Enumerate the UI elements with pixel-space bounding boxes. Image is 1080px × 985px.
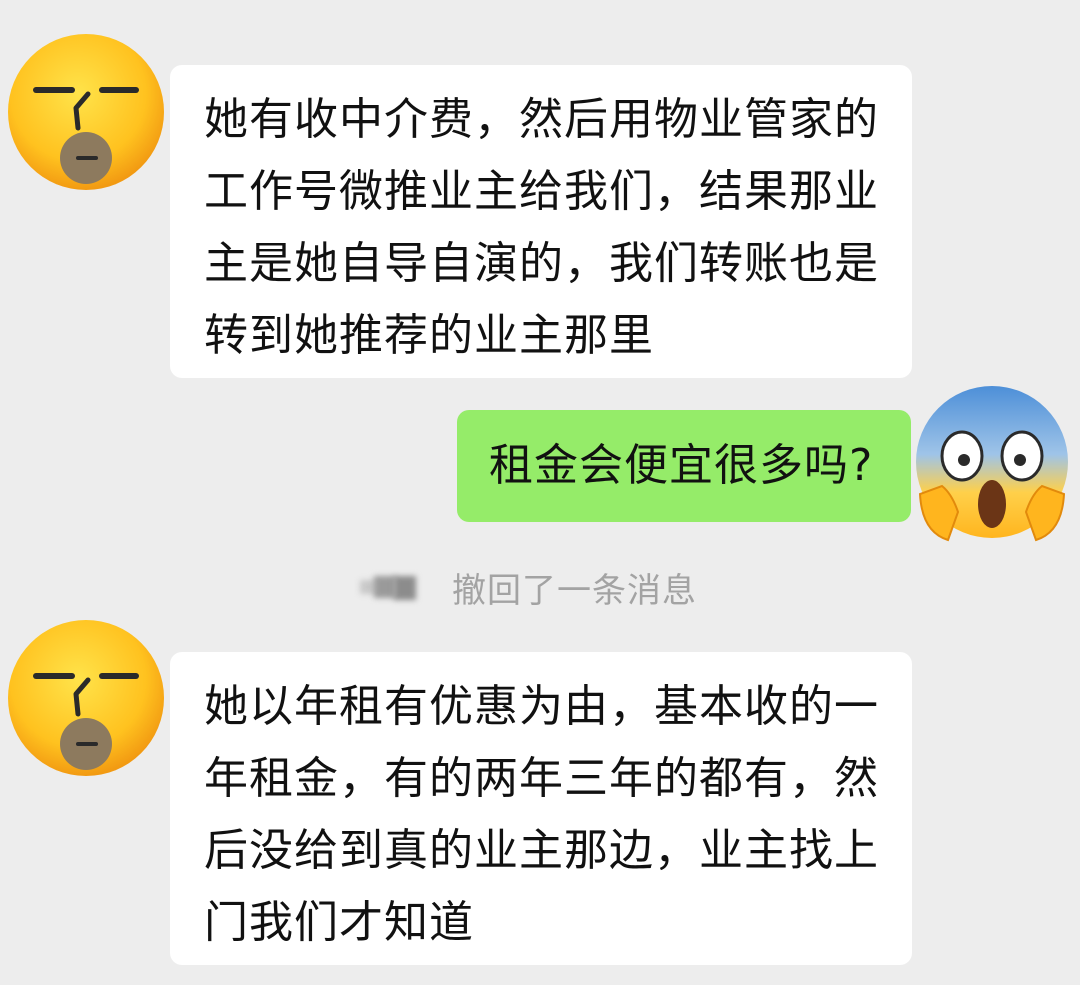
message-line: 门我们才知道	[204, 897, 474, 948]
message-line: 她有收中介费，然后用物业管家的	[204, 94, 879, 145]
message-line: 转到她推荐的业主那里	[204, 310, 654, 361]
recall-notice-text: 撤回了一条消息	[452, 570, 697, 611]
sleepy-face-emoji-icon	[8, 620, 164, 776]
avatar[interactable]	[6, 618, 166, 778]
message-line: 后没给到真的业主那边，业主找上	[204, 825, 879, 876]
screaming-in-fear-emoji-icon	[916, 386, 1068, 542]
message-line: 租金会便宜很多吗?	[489, 440, 874, 491]
message-bubble-outgoing[interactable]: 租金会便宜很多吗?	[457, 410, 911, 522]
message-line: 工作号微推业主给我们，结果那业	[204, 166, 879, 217]
message-line: 主是她自导自演的，我们转账也是	[204, 238, 879, 289]
message-line: 她以年租有优惠为由，基本收的一	[204, 681, 879, 732]
avatar[interactable]	[6, 32, 166, 192]
message-bubble-incoming[interactable]: 她有收中介费，然后用物业管家的 工作号微推业主给我们，结果那业 主是她自导自演的…	[170, 65, 912, 378]
sleepy-face-emoji-icon	[8, 34, 164, 190]
recall-notice: 撤回了一条消息	[360, 562, 697, 612]
message-line: 年租金，有的两年三年的都有，然	[204, 753, 879, 804]
message-bubble-incoming[interactable]: 她以年租有优惠为由，基本收的一 年租金，有的两年三年的都有，然 后没给到真的业主…	[170, 652, 912, 965]
blurred-username	[360, 572, 420, 602]
avatar[interactable]	[912, 382, 1072, 542]
